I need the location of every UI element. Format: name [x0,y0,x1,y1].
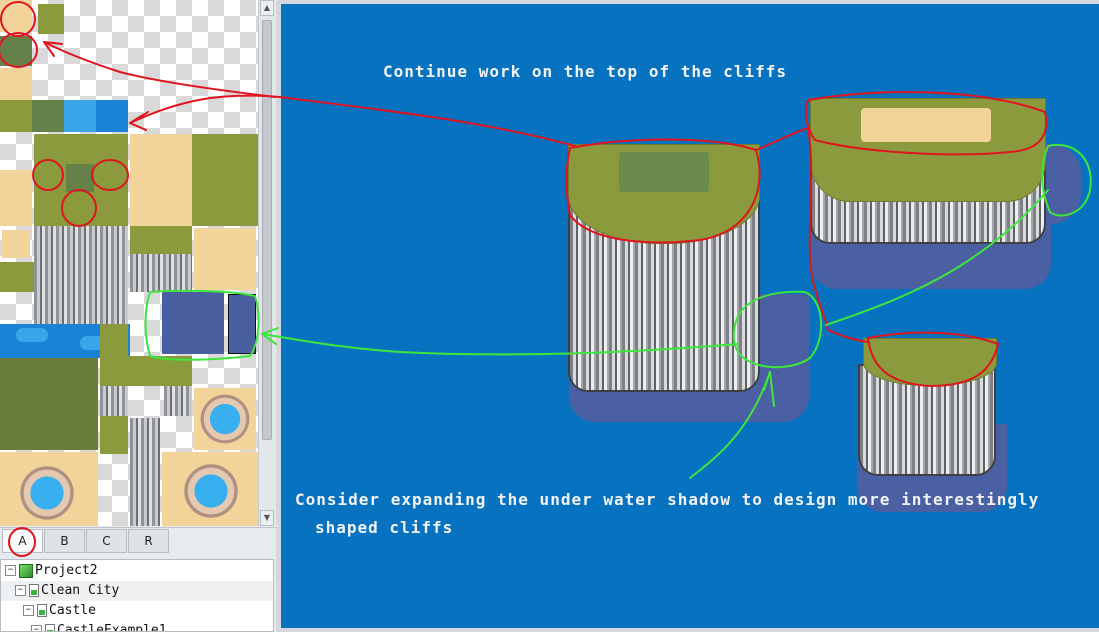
tile-cliff-wall[interactable] [34,226,128,324]
tab-c[interactable]: C [86,529,127,553]
tile-pond[interactable] [194,388,256,450]
tile-pond[interactable] [176,458,246,524]
tile-sand-autotile[interactable] [130,134,192,226]
tile-water-shadow[interactable] [162,292,224,354]
tile-pond[interactable] [12,460,82,526]
tile-grass-dark-block[interactable] [0,358,98,450]
tree-item-label: Project2 [35,563,98,578]
tile-dark-grass[interactable] [0,36,32,66]
tile-dark-grass[interactable] [32,100,64,132]
tree-item-clean-city[interactable]: − Clean City [1,581,273,601]
tileset-palette[interactable] [0,0,258,526]
tile-cliff-wall[interactable] [130,418,160,526]
tree-item-castle-example[interactable]: − CastleExample1 [31,621,167,632]
tab-a[interactable]: A [2,529,43,553]
tile-sand[interactable] [0,0,32,32]
tile-cliff-wall[interactable] [100,386,128,416]
tile-water-light[interactable] [16,328,48,342]
map-tree: − Project2 − Clean City − Castle − CastleExa… [0,559,274,632]
collapse-icon[interactable]: − [31,625,42,631]
project-icon [19,563,33,578]
tileset-panel: ▲ ▼ A B C R − Project2 − Clean City − Castl… [0,0,276,632]
tile-grass[interactable] [0,100,32,132]
tab-r[interactable]: R [128,529,169,553]
tile-grass[interactable] [130,226,192,254]
tree-item-label: Castle [49,603,96,618]
map-icon [45,624,55,631]
tile-water-shadow-selected[interactable] [228,294,256,354]
tileset-tab-bar: A B C R [0,527,276,555]
tile-sand[interactable] [0,170,32,226]
scroll-up-icon[interactable]: ▲ [260,0,274,16]
tile-sand[interactable] [194,228,256,290]
tile-cliff-wall[interactable] [130,254,192,292]
collapse-icon[interactable]: − [23,605,34,616]
tree-item-label: Clean City [41,583,120,598]
tile-water-light[interactable] [64,100,96,132]
tile-water[interactable] [96,100,128,132]
tile-cliff-wall[interactable] [164,386,192,416]
tile-grass-edge[interactable] [192,134,258,226]
tile-sand[interactable] [0,68,32,100]
tree-item-project[interactable]: − Project2 [5,561,98,581]
tile-grass-cross-h[interactable] [100,356,192,386]
cliff-top-small [863,338,997,386]
scroll-down-icon[interactable]: ▼ [260,510,274,526]
tree-item-label: CastleExample1 [57,623,167,632]
tileset-scrollbar[interactable]: ▲ ▼ [258,0,275,526]
tile-grass[interactable] [38,4,64,34]
tile-sand[interactable] [2,230,30,258]
map-canvas[interactable]: Continue work on the top of the cliffs C… [281,4,1099,628]
note-top-cliffs: Continue work on the top of the cliffs [383,62,788,81]
collapse-icon[interactable]: − [15,585,26,596]
map-icon [37,604,47,617]
note-shadow-line1: Consider expanding the under water shado… [295,490,1040,509]
collapse-icon[interactable]: − [5,565,16,576]
tree-item-castle[interactable]: − Castle [23,601,96,621]
cliff-top-inner-sand [861,108,991,142]
tile-grass[interactable] [0,262,34,292]
note-shadow-line2: shaped cliffs [315,518,454,537]
cliff-top-inner-grass [619,152,709,192]
tab-b[interactable]: B [44,529,85,553]
map-icon [29,584,39,597]
underwater-shadow [1041,144,1081,224]
scrollbar-thumb[interactable] [262,20,272,440]
tile-dark-grass[interactable] [66,164,94,192]
